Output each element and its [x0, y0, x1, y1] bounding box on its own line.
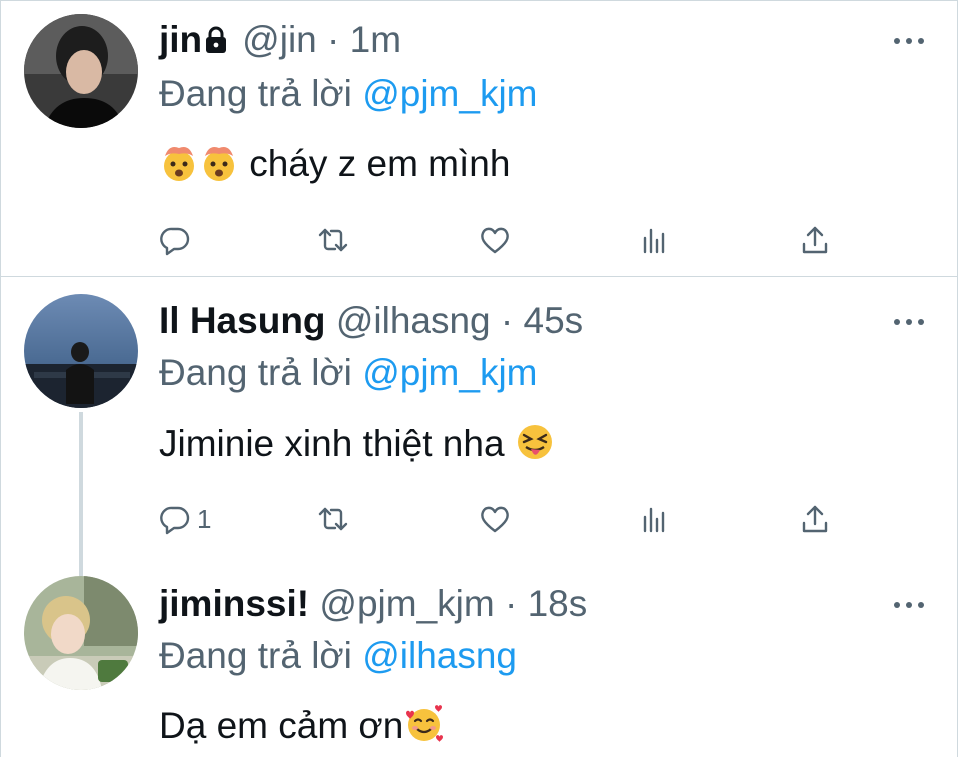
- reply-mention[interactable]: @pjm_kjm: [362, 73, 537, 114]
- like-button[interactable]: [479, 220, 511, 260]
- reply-icon: [160, 227, 190, 256]
- handle[interactable]: @jin: [242, 19, 317, 60]
- handle[interactable]: @pjm_kjm: [319, 583, 494, 624]
- timestamp[interactable]: 18s: [528, 583, 588, 624]
- replying-to: Đang trả lời @ilhasng: [159, 634, 517, 678]
- reply-count: 1: [197, 503, 212, 534]
- lock-icon: [204, 20, 228, 64]
- reply-mention[interactable]: @ilhasng: [362, 635, 517, 676]
- tweet-text: Jiminie xinh thiệt nha: [159, 423, 505, 464]
- more-icon[interactable]: [894, 600, 924, 610]
- tweet-text-row: Jiminie xinh thiệt nha: [159, 422, 555, 472]
- reply-icon: [160, 506, 190, 535]
- replying-to: Đang trả lời @pjm_kjm: [159, 351, 538, 395]
- reply-mention[interactable]: @pjm_kjm: [362, 352, 537, 393]
- more-icon[interactable]: [894, 317, 924, 327]
- separator-dot: ·: [500, 300, 514, 341]
- reply-button[interactable]: 1: [159, 499, 211, 539]
- tweet-text: Dạ em cảm ơn: [159, 705, 404, 746]
- exploding-head-emoji: [199, 142, 239, 192]
- tweet-header: Il Hasung @ilhasng · 45s: [159, 299, 583, 343]
- share-icon: [802, 505, 828, 533]
- separator-dot: ·: [327, 19, 340, 60]
- avatar-ilhasung[interactable]: [24, 294, 138, 408]
- squinting-tongue-emoji: [515, 422, 555, 472]
- smiling-hearts-emoji: [403, 704, 445, 754]
- timestamp[interactable]: 45s: [524, 300, 584, 341]
- display-name[interactable]: jin: [159, 19, 202, 60]
- share-button[interactable]: [799, 499, 831, 539]
- timestamp[interactable]: 1m: [350, 19, 401, 60]
- action-bar: [159, 220, 839, 260]
- analytics-button[interactable]: [639, 220, 671, 260]
- reply-prefix: Đang trả lời: [159, 352, 352, 393]
- tweet-text-row: cháy z em mình: [159, 142, 510, 192]
- share-icon: [802, 226, 828, 254]
- retweet-button[interactable]: [317, 499, 349, 539]
- avatar-jin[interactable]: [24, 14, 138, 128]
- separator-dot: ·: [504, 583, 518, 624]
- share-button[interactable]: [799, 220, 831, 260]
- analytics-button[interactable]: [639, 499, 671, 539]
- avatar-jiminssi[interactable]: [24, 576, 138, 690]
- display-name[interactable]: jiminssi!: [159, 583, 309, 624]
- reply-prefix: Đang trả lời: [159, 73, 352, 114]
- handle[interactable]: @ilhasng: [336, 300, 491, 341]
- reply-button[interactable]: [159, 220, 197, 260]
- analytics-icon: [643, 228, 665, 254]
- reply-prefix: Đang trả lời: [159, 635, 352, 676]
- tweet-header: jin @jin · 1m: [159, 18, 401, 64]
- tweet-header: jiminssi! @pjm_kjm · 18s: [159, 582, 587, 626]
- retweet-button[interactable]: [317, 220, 349, 260]
- exploding-head-emoji: [159, 142, 199, 192]
- action-bar: 1: [159, 499, 839, 539]
- like-button[interactable]: [479, 499, 511, 539]
- replying-to: Đang trả lời @pjm_kjm: [159, 72, 538, 116]
- analytics-icon: [643, 507, 665, 533]
- like-icon: [481, 227, 509, 254]
- tweet-text: cháy z em mình: [249, 143, 511, 184]
- display-name[interactable]: Il Hasung: [159, 300, 326, 341]
- tweet-jiminssi[interactable]: jiminssi! @pjm_kjm · 18s Đang trả lời @i…: [0, 560, 958, 758]
- like-icon: [481, 506, 509, 533]
- tweet-jin[interactable]: jin @jin · 1m Đang trả lời @pjm_kjm cháy …: [0, 0, 958, 276]
- more-icon[interactable]: [894, 36, 924, 46]
- retweet-icon: [318, 228, 348, 252]
- tweet-text-row: Dạ em cảm ơn: [159, 704, 445, 754]
- retweet-icon: [318, 507, 348, 531]
- tweet-ilhasung[interactable]: Il Hasung @ilhasng · 45s Đang trả lời @p…: [0, 277, 958, 567]
